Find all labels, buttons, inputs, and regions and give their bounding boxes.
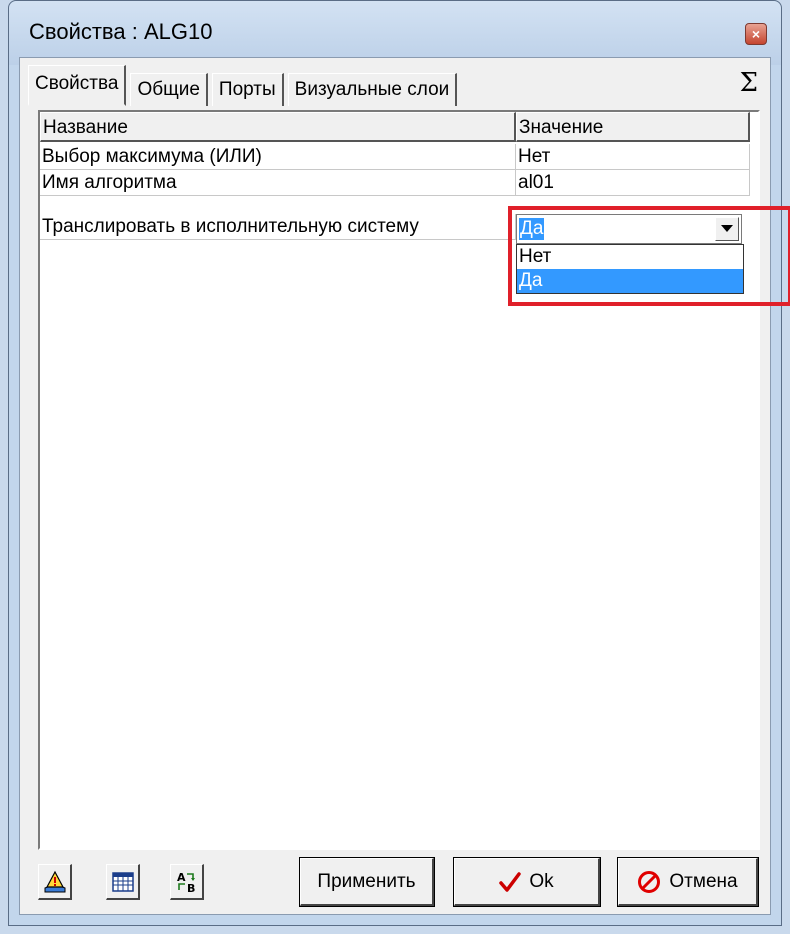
tab-strip: Свойства Общие Порты Визуальные слои [28, 65, 461, 106]
cancel-button-label: Отмена [669, 870, 738, 892]
dropdown-option-yes[interactable]: Да [517, 269, 743, 293]
combobox-value[interactable]: Да [519, 218, 545, 240]
table-tool-button[interactable] [106, 864, 140, 900]
table-row[interactable]: Транслировать в исполнительную систему [40, 214, 516, 240]
property-value[interactable]: al01 [516, 170, 750, 196]
ok-button-label: Ok [529, 870, 554, 892]
grid-header: Название Значение [40, 112, 758, 142]
svg-text:B: B [187, 882, 195, 894]
table-icon [111, 871, 134, 892]
tab-properties[interactable]: Свойства [28, 65, 127, 106]
property-grid: Название Значение Выбор максимума (ИЛИ) … [38, 110, 790, 850]
cancel-button[interactable]: Отмена [617, 857, 759, 907]
svg-text:A: A [177, 871, 186, 884]
property-value[interactable]: Нет [516, 144, 750, 170]
sort-tool-button[interactable]: A B [170, 864, 204, 900]
checkmark-icon [499, 871, 522, 892]
ok-button[interactable]: Ok [453, 857, 601, 907]
dropdown-arrow-icon [721, 225, 733, 232]
dropdown-arrow-button[interactable] [715, 217, 739, 241]
properties-tool-button[interactable] [38, 864, 72, 900]
translate-combobox[interactable]: Да [516, 214, 742, 244]
close-icon: × [751, 26, 761, 42]
tab-visual-layers[interactable]: Визуальные слои [287, 73, 458, 106]
properties-icon [44, 870, 65, 892]
button-bar: A B Применить Ok Отмена [20, 857, 770, 910]
column-header-name[interactable]: Название [40, 112, 516, 142]
dropdown-list: Нет Да [516, 244, 744, 294]
close-button[interactable]: × [745, 23, 767, 45]
dropdown-option-no[interactable]: Нет [517, 245, 743, 269]
cancel-icon [638, 870, 661, 893]
table-row[interactable]: Выбор максимума (ИЛИ) Нет [40, 144, 750, 170]
table-row[interactable]: Имя алгоритма al01 [40, 170, 750, 196]
property-name: Имя алгоритма [40, 170, 516, 196]
sort-ab-icon: A B [177, 871, 195, 894]
dialog-client-area: Свойства Общие Порты Визуальные слои Σ Н… [19, 57, 790, 915]
window-title: Свойства : ALG10 [29, 19, 213, 44]
tab-general[interactable]: Общие [130, 73, 208, 106]
property-name: Выбор максимума (ИЛИ) [40, 144, 516, 170]
sigma-icon[interactable]: Σ [740, 68, 758, 98]
apply-button-label: Применить [317, 870, 416, 892]
tab-ports[interactable]: Порты [211, 73, 284, 106]
column-header-value[interactable]: Значение [516, 112, 750, 142]
properties-dialog: Свойства : ALG10 × Свойства Общие Порты … [8, 0, 790, 926]
property-name: Транслировать в исполнительную систему [40, 214, 516, 240]
title-bar[interactable]: Свойства : ALG10 × [9, 1, 781, 65]
apply-button[interactable]: Применить [299, 857, 435, 907]
